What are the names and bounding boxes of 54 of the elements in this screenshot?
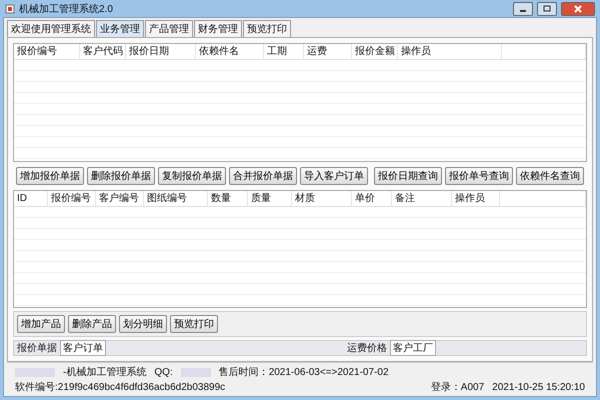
status-text: 2021-10-25 15:20:10 bbox=[492, 382, 585, 392]
toolbar-button[interactable]: 复制报价单据 bbox=[158, 166, 226, 184]
tab[interactable]: 预览打印 bbox=[243, 20, 291, 37]
window-title: 机械加工管理系统2.0 bbox=[19, 2, 114, 16]
status-text: -机械加工管理系统 bbox=[63, 366, 146, 379]
toolbar-button[interactable]: 删除报价单据 bbox=[87, 166, 155, 184]
toolbar-button[interactable]: 导入客户订单 bbox=[300, 166, 368, 184]
column-header: 单价 bbox=[352, 190, 392, 206]
column-header: ID bbox=[14, 190, 48, 206]
column-header: 质量 bbox=[248, 190, 292, 206]
close-button[interactable] bbox=[561, 2, 595, 16]
column-header: 操作员 bbox=[398, 44, 502, 59]
tab[interactable]: 报价单据 bbox=[14, 340, 60, 356]
column-header: 图纸编号 bbox=[144, 190, 208, 206]
column-header: 报价编号 bbox=[48, 190, 96, 206]
column-header: 依赖件名 bbox=[196, 44, 264, 59]
tab[interactable]: 产品管理 bbox=[145, 20, 193, 37]
toolbar-button[interactable]: 删除产品 bbox=[68, 315, 116, 333]
maximize-icon bbox=[543, 5, 551, 12]
toolbar-button[interactable]: 增加产品 bbox=[17, 315, 65, 333]
column-header: 报价金额 bbox=[352, 44, 398, 59]
maximize-button[interactable] bbox=[537, 2, 557, 16]
tab[interactable]: 运费价格 bbox=[344, 340, 390, 356]
tab[interactable]: 客户订单 bbox=[60, 340, 106, 356]
tab[interactable]: 财务管理 bbox=[194, 20, 242, 37]
toolbar-button[interactable]: 增加报价单据 bbox=[16, 166, 84, 184]
column-header: 客户代码 bbox=[80, 44, 126, 59]
search-button[interactable]: 依赖件名查询 bbox=[516, 166, 584, 184]
column-header: 操作员 bbox=[452, 190, 500, 206]
app-icon bbox=[5, 4, 15, 14]
tab[interactable]: 欢迎使用管理系统 bbox=[7, 20, 95, 37]
data-table[interactable]: 报价编号 客户代码 报价日期 依赖件名 工期 运费 报价金额 操作员 bbox=[13, 43, 587, 162]
search-button[interactable]: 报价单号查询 bbox=[445, 166, 513, 184]
minimize-button[interactable] bbox=[513, 2, 533, 16]
column-header: 工期 bbox=[264, 44, 304, 59]
column-header: 备注 bbox=[392, 190, 452, 206]
status-text: 登录：A007 bbox=[430, 381, 484, 394]
toolbar-button[interactable]: 合并报价单据 bbox=[229, 166, 297, 184]
tab[interactable]: 客户工厂 bbox=[390, 340, 436, 356]
status-text: 售后时间：2021-06-03<=>2021-07-02 bbox=[218, 366, 389, 379]
column-header: 报价编号 bbox=[14, 44, 80, 59]
close-icon bbox=[574, 4, 582, 12]
data-table[interactable]: ID 报价编号 客户编号 图纸编号 数量 质量 材质 单价 备注 操作员 bbox=[13, 190, 587, 308]
column-header: 客户编号 bbox=[96, 190, 144, 206]
toolbar-button[interactable]: 划分明细 bbox=[119, 315, 167, 333]
search-button[interactable]: 报价日期查询 bbox=[374, 166, 442, 184]
status-text: QQ: bbox=[154, 366, 173, 378]
column-header: 报价日期 bbox=[126, 44, 196, 59]
column-header: 数量 bbox=[208, 190, 248, 206]
tab[interactable]: 业务管理 bbox=[96, 20, 144, 37]
toolbar-button[interactable]: 预览打印 bbox=[170, 315, 218, 333]
status-text: 软件编号:219f9c469bc4f6dfd36acb6d2b03899c bbox=[15, 380, 226, 394]
column-header: 材质 bbox=[292, 190, 352, 206]
column-header: 运费 bbox=[304, 44, 352, 59]
